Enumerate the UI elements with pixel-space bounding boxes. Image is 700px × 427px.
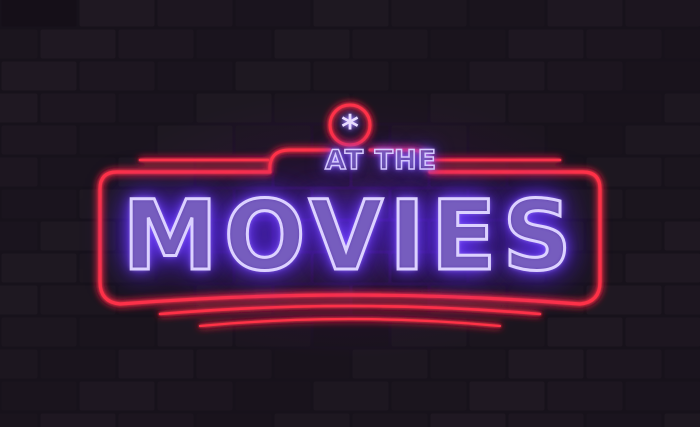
accent-line-bottom-2 [198,317,502,328]
sign-line-movies: MOVIES [121,180,578,292]
asterisk-icon: * [341,108,359,148]
sign-line-at-the: AT THE [324,144,438,177]
neon-sign-scene: * AT THE MOVIES [0,0,700,427]
accent-line-bottom-1 [158,304,542,316]
